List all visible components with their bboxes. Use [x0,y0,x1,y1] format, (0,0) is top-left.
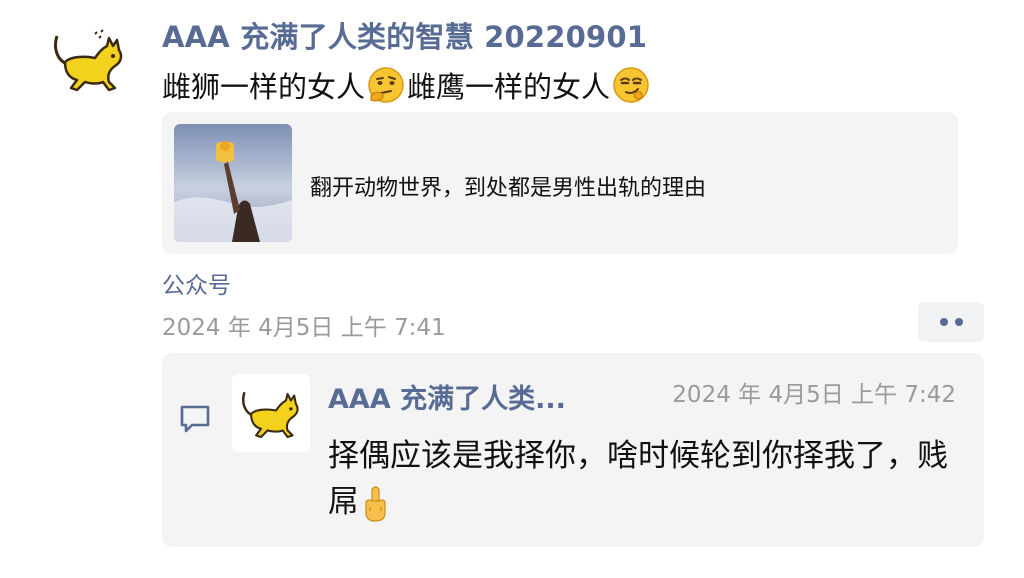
source-label[interactable]: 公众号 [162,266,231,300]
post-text: 雌狮一样的女人 雌鹰一样的女人 [162,64,652,106]
more-dots-icon [939,318,948,326]
moments-post: AAA 充满了人类的智慧 20220901 雌狮一样的女人 雌鹰一样的女人 翻开… [0,0,1024,578]
shared-article-card[interactable]: 翻开动物世界，到处都是男性出轨的理由 [162,112,958,254]
more-button[interactable] [918,302,984,342]
comment-author-avatar[interactable] [232,374,310,452]
comment-section: AAA 充满了人类... 2024 年 4月5日 上午 7:42 择偶应该是我择… [162,353,984,547]
cat-avatar-icon [53,29,123,92]
article-title: 翻开动物世界，到处都是男性出轨的理由 [310,176,707,201]
thinking-face-emoji-icon [365,64,407,106]
more-dots-icon [954,318,963,326]
article-thumbnail [174,124,292,242]
post-text-part2: 雌鹰一样的女人 [407,70,611,104]
smirking-face-emoji-icon [610,64,652,106]
comment-time: 2024 年 4月5日 上午 7:42 [672,382,956,408]
middle-finger-emoji-icon [359,484,391,524]
cat-avatar-icon [241,391,299,439]
author-avatar[interactable] [50,22,128,100]
comment-text: 择偶应该是我择你，啥时候轮到你择我了，贱屌 [328,433,958,525]
post-author-name[interactable]: AAA 充满了人类的智慧 20220901 [162,14,647,56]
comment-author-name[interactable]: AAA 充满了人类... [328,377,566,416]
lion-king-image-icon [174,124,292,242]
post-text-part1: 雌狮一样的女人 [162,70,366,104]
comment-text-body: 择偶应该是我择你，啥时候轮到你择我了，贱屌 [328,438,948,520]
post-time: 2024 年 4月5日 上午 7:41 [162,315,446,341]
comment-icon [178,403,212,435]
